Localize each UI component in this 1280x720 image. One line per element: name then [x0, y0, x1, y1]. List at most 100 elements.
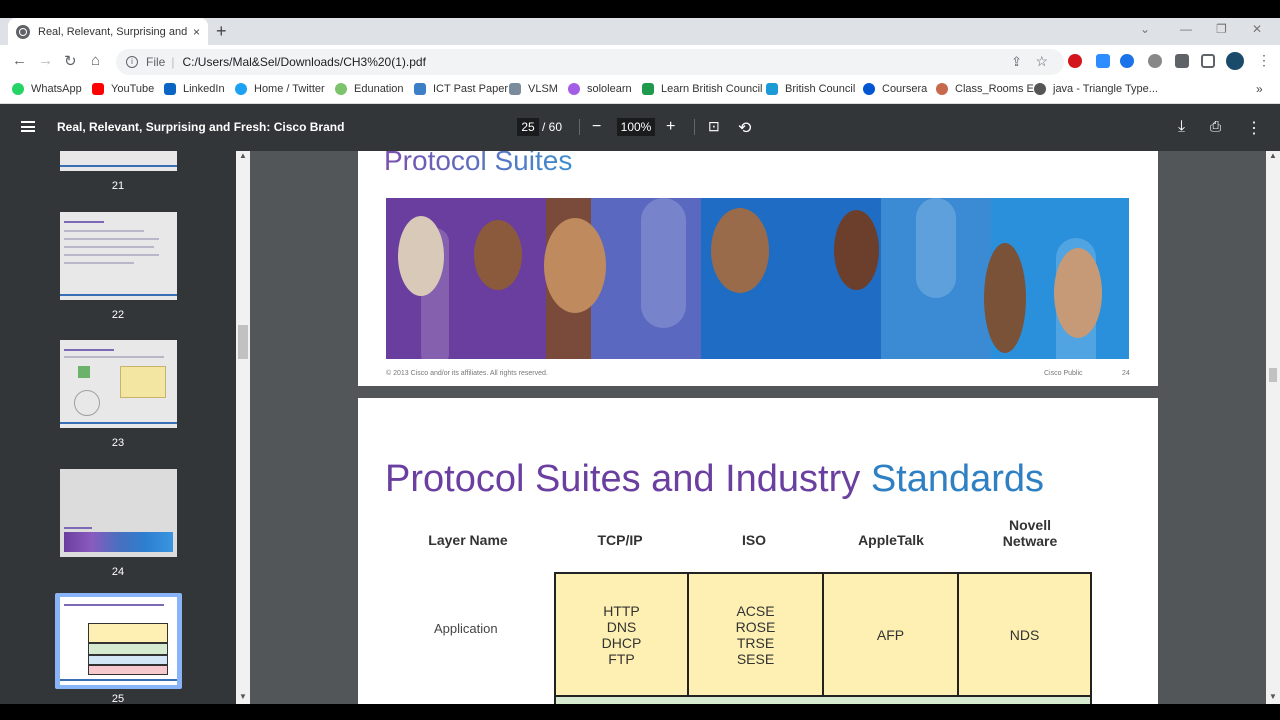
- download-icon[interactable]: ⤓: [1178, 118, 1185, 136]
- bookmark-label: YouTube: [111, 83, 155, 95]
- bookmark-java-triangle[interactable]: java - Triangle Type...: [1034, 83, 1158, 95]
- viewer-scrollbar[interactable]: ▲ ▼: [1266, 151, 1280, 704]
- bookmark-label: Learn British Council: [661, 83, 763, 95]
- sidebar-scrollbar[interactable]: ▲ ▼: [236, 151, 250, 704]
- bookmark-edunation[interactable]: Edunation: [335, 83, 404, 95]
- profile-avatar[interactable]: [1226, 52, 1244, 70]
- opera-extension-icon[interactable]: [1068, 54, 1082, 68]
- bookmark-british-council[interactable]: British Council: [766, 83, 855, 95]
- page-total: / 60: [542, 120, 563, 134]
- bookmark-learn-british-council[interactable]: Learn British Council: [642, 83, 763, 95]
- cell-tcpip: HTTP DNS DHCP FTP: [556, 574, 689, 695]
- cloud-icon: [335, 83, 347, 95]
- browser-tab[interactable]: Real, Relevant, Surprising and Fresh: Ci…: [8, 18, 208, 45]
- tab-search-icon[interactable]: ⌄: [1140, 22, 1150, 36]
- address-url: C:/Users/Mal&Sel/Downloads/CH3%20(1).pdf: [182, 55, 426, 69]
- share-icon[interactable]: ⇪: [1011, 54, 1022, 70]
- thumbnail-footer-bar: [60, 679, 177, 681]
- thumbnail-page-24[interactable]: [60, 469, 177, 557]
- table-next-row: [554, 695, 1092, 704]
- row-header-application: Application: [434, 621, 498, 636]
- toolbar-divider: [694, 119, 695, 135]
- thumbnail-page-23[interactable]: [60, 340, 177, 428]
- thumbnail-table: [88, 623, 168, 643]
- scroll-down-icon[interactable]: ▼: [239, 692, 247, 701]
- pdf-page-24: Protocol Suites © 2013 Cisco and/or its …: [358, 151, 1158, 386]
- address-bar[interactable]: i File | C:/Users/Mal&Sel/Downloads/CH3%…: [116, 49, 1064, 75]
- twitter-icon: [235, 83, 247, 95]
- viewer-scroll-thumb[interactable]: [1269, 368, 1277, 382]
- close-window-icon[interactable]: ✕: [1252, 22, 1262, 36]
- puzzle-icon[interactable]: [1175, 54, 1189, 68]
- thumbnail-number: 22: [111, 309, 125, 321]
- bookmarks-bar: WhatsApp YouTube LinkedIn Home / Twitter…: [0, 78, 1280, 104]
- coursera-icon: [863, 83, 875, 95]
- browser-toolbar: ← → ↻ ⌂ i File | C:/Users/Mal&Sel/Downlo…: [0, 45, 1280, 78]
- people-banner-image: [386, 198, 1129, 359]
- back-icon[interactable]: ←: [12, 52, 27, 69]
- info-icon[interactable]: i: [126, 56, 138, 68]
- bookmark-twitter[interactable]: Home / Twitter: [235, 83, 325, 95]
- forward-icon[interactable]: →: [38, 52, 53, 69]
- thumbnail-diagram: [78, 366, 90, 378]
- zoom-extension-icon[interactable]: [1096, 54, 1110, 68]
- side-panel-icon[interactable]: [1201, 54, 1215, 68]
- thumbnail-text-line: [64, 262, 134, 264]
- scroll-down-icon[interactable]: ▼: [1269, 692, 1277, 701]
- bookmark-label: Coursera: [882, 83, 928, 95]
- tab-close-button[interactable]: ×: [193, 25, 200, 39]
- print-icon[interactable]: ⎙: [1210, 118, 1221, 135]
- bookmark-class-rooms[interactable]: Class_Rooms E: [936, 83, 1034, 95]
- bookmark-star-icon[interactable]: ☆: [1035, 53, 1048, 70]
- bookmark-youtube[interactable]: YouTube: [92, 83, 154, 95]
- more-bookmarks-icon[interactable]: »: [1256, 82, 1263, 96]
- column-header-novell: Novell Netware: [1002, 517, 1058, 549]
- thumbnail-table: [88, 655, 168, 665]
- bookmark-linkedin[interactable]: LinkedIn: [164, 83, 225, 95]
- scroll-up-icon[interactable]: ▲: [239, 151, 247, 160]
- youtube-icon: [92, 83, 104, 95]
- sololearn-icon: [568, 83, 580, 95]
- bookmark-vlsm[interactable]: VLSM: [509, 83, 558, 95]
- sidebar-scroll-thumb[interactable]: [238, 325, 248, 359]
- bookmark-coursera[interactable]: Coursera: [863, 83, 927, 95]
- browser-menu-icon[interactable]: ⋮: [1257, 52, 1271, 69]
- sidebar-menu-icon[interactable]: [21, 121, 35, 132]
- reload-icon[interactable]: ↻: [64, 52, 77, 70]
- thumbnail-diagram: [74, 390, 100, 416]
- whatsapp-icon: [12, 83, 24, 95]
- thumbnail-sidebar: 21 22 23 24 25: [0, 151, 236, 704]
- thumbnail-text-line: [64, 356, 164, 358]
- bookmark-label: java - Triangle Type...: [1053, 83, 1158, 95]
- thumbnail-page-22[interactable]: [60, 212, 177, 300]
- more-options-icon[interactable]: ⋮: [1246, 118, 1262, 138]
- bookmark-sololearn[interactable]: sololearn: [568, 83, 632, 95]
- extension-icon[interactable]: [1120, 54, 1134, 68]
- zoom-input[interactable]: 100%: [617, 118, 655, 136]
- person-photo: [544, 218, 606, 313]
- restore-icon[interactable]: ❐: [1216, 22, 1227, 36]
- tab-strip: Real, Relevant, Surprising and Fresh: Ci…: [0, 18, 1280, 45]
- bookmark-whatsapp[interactable]: WhatsApp: [12, 83, 82, 95]
- zoom-out-icon[interactable]: −: [592, 118, 601, 136]
- thumbnail-text-line: [64, 238, 159, 240]
- thumbnail-table: [88, 665, 168, 675]
- thumbnail-page-21[interactable]: [60, 151, 177, 171]
- new-tab-button[interactable]: +: [216, 21, 227, 42]
- zoom-in-icon[interactable]: +: [666, 118, 675, 136]
- home-icon[interactable]: ⌂: [91, 52, 100, 69]
- extension-icon-2[interactable]: [1148, 54, 1162, 68]
- person-photo: [398, 216, 444, 296]
- bookmark-ict-past-paper[interactable]: ICT Past Paper: [414, 83, 508, 95]
- person-photo: [834, 210, 879, 290]
- page-number-input[interactable]: 25: [517, 118, 539, 136]
- rotate-icon[interactable]: ⟲: [738, 118, 751, 138]
- pdf-viewer[interactable]: Protocol Suites © 2013 Cisco and/or its …: [250, 151, 1266, 704]
- address-scheme: File: [146, 55, 166, 69]
- fit-page-icon[interactable]: ⊡: [708, 118, 720, 135]
- scroll-up-icon[interactable]: ▲: [1269, 151, 1277, 160]
- page-number-footer: 24: [1122, 370, 1130, 377]
- thumbnail-page-25[interactable]: [60, 597, 177, 685]
- minimize-icon[interactable]: —: [1180, 22, 1192, 36]
- thumbnail-footer-bar: [60, 294, 177, 296]
